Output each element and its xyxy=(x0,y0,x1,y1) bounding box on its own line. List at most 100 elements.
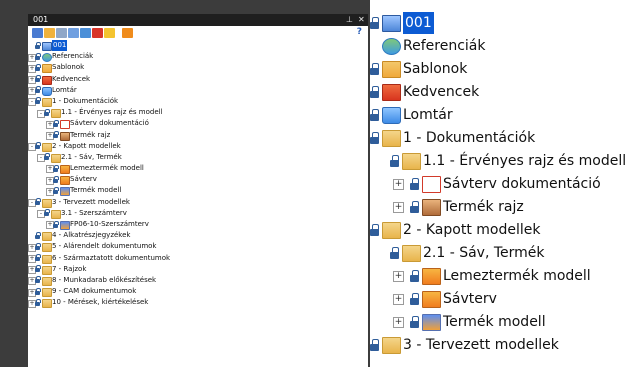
tree-item[interactable]: + Lemeztermék modell xyxy=(370,265,638,287)
panel-title: 001 xyxy=(33,15,49,24)
lock-icon xyxy=(410,316,419,328)
panel-toolbar: ? xyxy=(28,26,368,40)
tree-item-label: Referenciák xyxy=(52,52,94,61)
template-folder-icon xyxy=(382,61,401,78)
pdf-icon xyxy=(60,120,70,130)
lock-icon xyxy=(53,175,59,183)
favorites-icon xyxy=(42,75,52,85)
tree-item[interactable]: -3 - Tervezett modellek xyxy=(28,197,368,208)
lock-icon xyxy=(44,153,50,161)
expand-toggle[interactable]: + xyxy=(393,179,404,190)
lock-icon xyxy=(370,17,379,29)
tree-item-label: 2 - Kapott modellek xyxy=(403,222,541,238)
tree-item-label: 1 - Dokumentációk xyxy=(403,130,536,146)
folder-icon xyxy=(51,109,61,119)
panel-titlebar: 001 ⊥ ✕ xyxy=(28,14,368,26)
folder-icon xyxy=(382,222,401,239)
tree-item[interactable]: 001 xyxy=(28,40,368,52)
tree-item[interactable]: Kedvencek xyxy=(370,81,638,103)
tree-item-label: 2.1 - Sáv, Termék xyxy=(61,152,122,161)
tree-item[interactable]: + Termék modell xyxy=(28,185,368,197)
sync-icon[interactable] xyxy=(122,28,133,38)
lock-icon xyxy=(370,339,379,351)
folder-icon xyxy=(42,254,52,264)
tree-item[interactable]: + Lomtár xyxy=(28,85,368,96)
tree-item[interactable]: + Sávterv dokumentáció xyxy=(28,118,368,130)
lock-icon xyxy=(35,97,41,105)
assembly-icon xyxy=(60,187,70,197)
tree-view-icon[interactable] xyxy=(32,28,43,38)
folder-icon xyxy=(42,97,52,107)
tree-item[interactable]: 1 - Dokumentációk xyxy=(370,127,638,149)
tree-item[interactable]: 1.1 - Érvényes rajz és modell xyxy=(370,150,638,172)
lock-icon xyxy=(410,293,419,305)
tree-item[interactable]: 3 - Tervezett modellek xyxy=(370,334,638,356)
strip-layout-icon xyxy=(60,176,70,186)
zoomed-tree-view: 001 Referenciák Sablonok Kedvencek Lomtár 1 -… xyxy=(370,0,638,367)
tree-item[interactable]: + Sávterv xyxy=(370,288,638,310)
tree-item[interactable]: +7 - Rajzok xyxy=(28,264,368,275)
tree-item-label: Termék modell xyxy=(70,186,122,195)
tree-item-label: Sávterv xyxy=(443,291,497,307)
strip-layout-icon xyxy=(422,291,441,308)
tree-item[interactable]: + FP06-10-Szerszámterv xyxy=(28,219,368,230)
tree-item[interactable]: + Sávterv xyxy=(28,174,368,186)
tree-item[interactable]: + Kedvencek xyxy=(28,74,368,85)
tree-item[interactable]: + Termék rajz xyxy=(370,196,638,218)
lock-icon xyxy=(35,242,41,250)
sheetmetal-part-icon xyxy=(60,165,70,175)
tree-item[interactable]: +10 - Mérések, kiértékelések xyxy=(28,297,368,309)
tree-item[interactable]: -3.1 - Szerszámterv xyxy=(28,208,368,219)
drawing-icon xyxy=(60,131,70,141)
lock-icon xyxy=(35,265,41,273)
tree-item[interactable]: -1 - Dokumentációk xyxy=(28,96,368,107)
tree-item-label: 3 - Tervezett modellek xyxy=(403,337,559,353)
warning-icon[interactable] xyxy=(104,28,115,38)
tree-item[interactable]: + Termék rajz xyxy=(28,130,368,141)
expand-toggle[interactable]: + xyxy=(393,294,404,305)
expand-toggle[interactable]: + xyxy=(393,271,404,282)
template-folder-icon xyxy=(42,64,52,74)
tree-item-label: 3 - Tervezett modellek xyxy=(52,197,130,206)
expand-toggle[interactable]: + xyxy=(393,202,404,213)
favorites-icon xyxy=(382,84,401,101)
folder-view-icon[interactable] xyxy=(44,28,55,38)
tree-item[interactable]: + Termék modell xyxy=(370,311,638,333)
tree-item-label: Sablonok xyxy=(52,63,85,72)
print-icon[interactable] xyxy=(56,28,67,38)
tree-item[interactable]: -1.1 - Érvényes rajz és modell xyxy=(28,107,368,119)
refresh-icon[interactable] xyxy=(80,28,91,38)
tree-item[interactable]: 4 - Alkatrészjegyzékek xyxy=(28,230,368,242)
expand-toggle[interactable]: + xyxy=(393,317,404,328)
tree-item-label: 1 - Dokumentációk xyxy=(52,96,119,105)
tree-item[interactable]: + Sávterv dokumentáció xyxy=(370,173,638,195)
tree-item-label: 2 - Kapott modellek xyxy=(52,141,121,150)
tree-item[interactable]: +5 - Alárendelt dokumentumok xyxy=(28,241,368,253)
tree-item[interactable]: +6 - Származtatott dokumentumok xyxy=(28,253,368,264)
folder-icon xyxy=(382,130,401,147)
pin-icon[interactable]: ⊥ xyxy=(346,14,353,26)
close-icon[interactable]: ✕ xyxy=(358,14,365,26)
lock-icon xyxy=(35,75,41,83)
tree-item[interactable]: +8 - Munkadarab előkészítések xyxy=(28,275,368,286)
tree-item[interactable]: + Lemeztermék modell xyxy=(28,163,368,175)
tree-item-label: Sávterv xyxy=(70,175,97,184)
tree-item[interactable]: -2.1 - Sáv, Termék xyxy=(28,152,368,163)
flag-icon[interactable] xyxy=(92,28,103,38)
lock-icon xyxy=(35,198,41,206)
tree-item[interactable]: 001 xyxy=(370,12,638,34)
folder-icon xyxy=(402,153,421,170)
assembly-icon xyxy=(422,314,441,331)
tree-item[interactable]: +9 - CAM dokumentumok xyxy=(28,286,368,298)
tree-item[interactable]: Sablonok xyxy=(370,58,638,80)
tree-item[interactable]: + Referenciák xyxy=(28,51,368,63)
tree-item[interactable]: 2.1 - Sáv, Termék xyxy=(370,242,638,264)
filter-icon[interactable] xyxy=(68,28,79,38)
tree-item[interactable]: Referenciák xyxy=(370,35,638,57)
tree-item[interactable]: 2 - Kapott modellek xyxy=(370,219,638,241)
tree-item[interactable]: -2 - Kapott modellek xyxy=(28,141,368,152)
tree-item[interactable]: + Sablonok xyxy=(28,62,368,74)
tree-item[interactable]: Lomtár xyxy=(370,104,638,126)
help-icon[interactable]: ? xyxy=(357,27,362,37)
tree-item-label: Kedvencek xyxy=(403,84,480,100)
